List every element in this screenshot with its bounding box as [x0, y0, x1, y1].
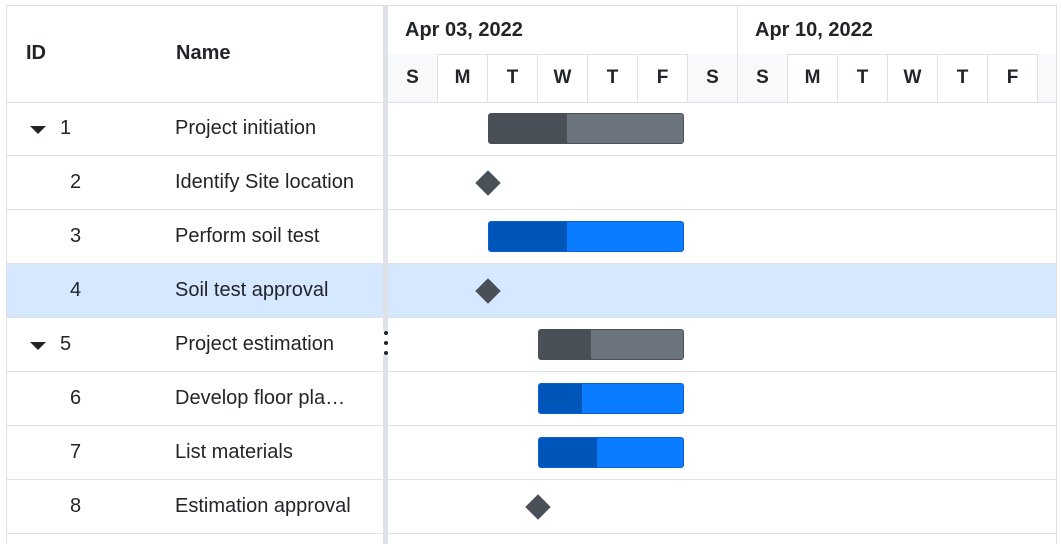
timeline-week-label: Apr 10, 2022 [738, 6, 1056, 54]
task-id-cell: 4 [70, 279, 82, 301]
timeline-day-label: F [988, 54, 1038, 102]
task-progress-fill [539, 330, 591, 359]
task-grid: ID Name 1 Project initiation 2 Identify Sit… [7, 6, 383, 544]
table-row[interactable]: 1 Project initiation [7, 102, 383, 156]
table-row[interactable]: 7 List materials [7, 426, 383, 480]
column-header-name[interactable]: Name [176, 42, 230, 65]
task-name-cell: Soil test approval [175, 279, 329, 301]
grid-header: ID Name [7, 6, 383, 103]
task-id-cell: 6 [70, 387, 82, 409]
timeline-day-label: F [638, 54, 688, 102]
chart-row [388, 318, 1056, 372]
timeline-day-row: SMTWTFSSMTWTFS [388, 54, 1056, 103]
chart-row [388, 210, 1056, 264]
timeline-day-label: T [938, 54, 988, 102]
milestone-marker[interactable] [475, 169, 501, 196]
task-name-cell: Develop floor pla… [175, 387, 346, 409]
task-bar[interactable] [538, 383, 684, 414]
task-id-cell: 8 [70, 495, 82, 517]
timeline-day-label: S [738, 54, 788, 102]
caret-down-icon[interactable] [30, 125, 46, 134]
task-id-cell: 2 [70, 171, 82, 193]
timeline-day-label: T [838, 54, 888, 102]
timeline-week-row: Apr 03, 2022 Apr 10, 2022 [388, 6, 1056, 55]
timeline-day-label: S [1038, 54, 1056, 102]
task-id-cell: 1 [60, 117, 72, 139]
task-name-cell: Project estimation [175, 333, 334, 355]
timeline-day-label: M [788, 54, 838, 102]
table-row[interactable]: 5 Project estimation [7, 318, 383, 372]
table-row[interactable]: 2 Identify Site location [7, 156, 383, 210]
task-name-cell: List materials [175, 441, 293, 463]
task-id-cell: 7 [70, 441, 82, 463]
timeline-day-label: T [488, 54, 538, 102]
caret-down-icon[interactable] [30, 341, 46, 350]
task-progress-fill [489, 222, 567, 251]
summary-task-bar[interactable] [488, 113, 684, 144]
table-row[interactable]: 6 Develop floor pla… [7, 372, 383, 426]
chart-row [388, 264, 1056, 318]
milestone-marker[interactable] [475, 277, 501, 304]
timeline-day-label: W [538, 54, 588, 102]
timeline-day-label: W [888, 54, 938, 102]
task-progress-fill [489, 114, 567, 143]
timeline-day-label: S [388, 54, 438, 102]
chart-row [388, 480, 1056, 534]
task-progress-fill [539, 384, 583, 413]
timeline-day-label: T [588, 54, 638, 102]
gantt-chart: ID Name 1 Project initiation 2 Identify Sit… [6, 5, 1057, 544]
task-name-cell: Identify Site location [175, 171, 354, 193]
task-bar[interactable] [488, 221, 684, 252]
table-row[interactable]: 8 Estimation approval [7, 480, 383, 534]
timeline-day-label: S [688, 54, 738, 102]
chart-row [388, 372, 1056, 426]
task-id-cell: 5 [60, 333, 72, 355]
table-row[interactable]: 3 Perform soil test [7, 210, 383, 264]
task-name-cell: Project initiation [175, 117, 317, 139]
task-name-cell: Perform soil test [175, 225, 320, 247]
timeline-week-label: Apr 03, 2022 [388, 6, 738, 54]
chart-row [388, 156, 1056, 210]
summary-task-bar[interactable] [538, 329, 684, 360]
task-bar[interactable] [538, 437, 684, 468]
table-row[interactable]: 4 Soil test approval [7, 264, 383, 318]
chart-row [388, 426, 1056, 480]
chart-row [388, 102, 1056, 156]
task-id-cell: 3 [70, 225, 82, 247]
task-name-cell: Estimation approval [175, 495, 351, 517]
milestone-marker[interactable] [525, 493, 551, 520]
column-header-id[interactable]: ID [26, 42, 46, 65]
task-progress-fill [539, 438, 597, 467]
timeline-day-label: M [438, 54, 488, 102]
chart-pane: Apr 03, 2022Apr 10, 2022 SMTWTFSSMTWTFS [388, 6, 1056, 544]
